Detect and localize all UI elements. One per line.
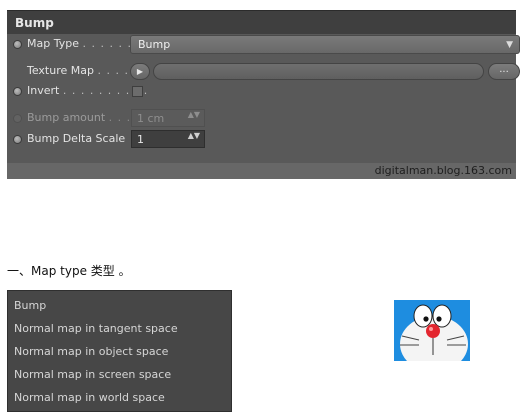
texture-browse-button[interactable]: ... xyxy=(488,63,520,80)
bump-amount-label: Bump amount . . . xyxy=(27,111,132,124)
list-item[interactable]: Normal map in object space xyxy=(14,345,168,358)
list-item[interactable]: Normal map in screen space xyxy=(14,368,171,381)
invert-row: Invert . . . . . . . . . . xyxy=(7,81,516,103)
texture-map-row: Texture Map . . . . ▶ ... xyxy=(7,61,520,83)
map-type-row: Map Type . . . . . . Bump ▼ xyxy=(7,34,520,56)
panel-title: Bump xyxy=(15,16,54,30)
texture-path-field[interactable] xyxy=(153,63,484,80)
watermark: digitalman.blog.163.com xyxy=(374,164,512,177)
list-item[interactable]: Normal map in tangent space xyxy=(14,322,178,335)
bump-attribute-panel: Bump Map Type . . . . . . Bump ▼ Texture… xyxy=(7,10,520,179)
invert-keyframe-icon[interactable] xyxy=(13,87,22,96)
texture-map-label: Texture Map . . . . xyxy=(27,64,129,77)
bump-delta-scale-keyframe-icon[interactable] xyxy=(13,135,22,144)
texture-play-button[interactable]: ▶ xyxy=(130,63,150,80)
invert-checkbox[interactable] xyxy=(132,86,143,97)
bump-delta-scale-value: 1 xyxy=(137,133,144,146)
bump-amount-keyframe-icon xyxy=(13,114,22,123)
spinner-icon[interactable]: ▲▼ xyxy=(188,132,200,140)
invert-label: Invert . . . . . . . . . . xyxy=(27,84,149,97)
bump-delta-scale-field[interactable]: 1 ▲▼ xyxy=(131,130,205,148)
bump-amount-field: 1 cm ▲▼ xyxy=(131,109,205,127)
spinner-icon: ▲▼ xyxy=(187,110,200,119)
map-type-value: Bump xyxy=(138,38,171,51)
dropdown-arrow-icon: ▼ xyxy=(506,40,513,50)
map-type-keyframe-icon[interactable] xyxy=(13,40,22,49)
map-type-options-list: Bump Normal map in tangent space Normal … xyxy=(7,290,232,412)
doraemon-image xyxy=(394,300,470,361)
bump-amount-row: Bump amount . . . 1 cm ▲▼ xyxy=(7,108,516,130)
list-item[interactable]: Bump xyxy=(14,299,46,312)
bump-delta-scale-row: Bump Delta Scale 1 ▲▼ xyxy=(7,129,516,151)
bump-amount-value: 1 cm xyxy=(137,112,165,125)
bump-delta-scale-label: Bump Delta Scale xyxy=(27,132,126,145)
map-type-dropdown[interactable]: Bump ▼ xyxy=(130,35,520,54)
panel-header: Bump xyxy=(7,10,516,34)
section-heading: 一、Map type 类型 。 xyxy=(7,264,131,278)
map-type-label: Map Type . . . . . . xyxy=(27,37,132,50)
doraemon-face-icon xyxy=(400,304,468,361)
list-item[interactable]: Normal map in world space xyxy=(14,391,165,404)
panel-footer: digitalman.blog.163.com xyxy=(7,163,516,179)
